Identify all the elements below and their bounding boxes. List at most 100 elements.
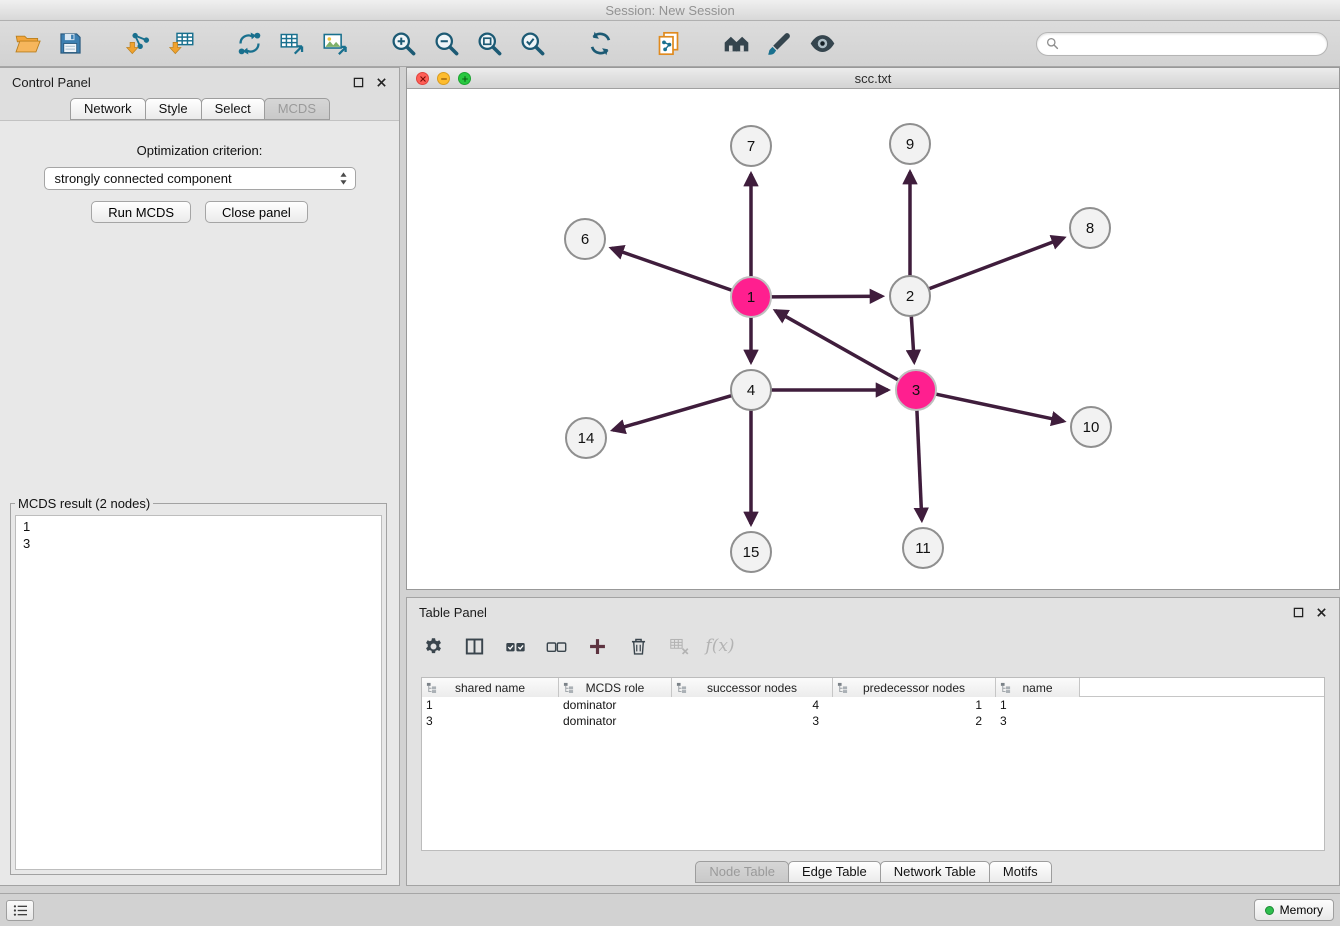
graph-node-9[interactable]: 9 <box>890 124 930 164</box>
show-columns-button[interactable] <box>462 634 486 658</box>
select-all-checkboxes-button[interactable] <box>503 634 527 658</box>
table-cell: dominator <box>559 698 672 712</box>
settings-gear-button[interactable] <box>421 634 445 658</box>
control-panel-title: Control Panel <box>12 75 91 90</box>
minimize-window-button[interactable] <box>437 72 450 85</box>
table-row[interactable]: 3dominator323 <box>422 713 1324 729</box>
table-panel: Table Panel f(x) shared nameMCDS rolesuc… <box>406 597 1340 886</box>
graph-edge-3-10[interactable] <box>936 394 1064 421</box>
tab-select[interactable]: Select <box>201 98 265 120</box>
svg-text:15: 15 <box>743 544 760 561</box>
panel-selector-button[interactable] <box>6 900 34 921</box>
close-panel-button[interactable]: Close panel <box>205 201 308 223</box>
node-table: shared nameMCDS rolesuccessor nodesprede… <box>421 677 1325 851</box>
add-column-icon <box>587 636 608 657</box>
graph-node-6[interactable]: 6 <box>565 219 605 259</box>
column-header-successor-nodes[interactable]: successor nodes <box>672 678 833 697</box>
import-network-button[interactable] <box>123 28 153 60</box>
search-icon <box>1046 37 1059 50</box>
tab-style[interactable]: Style <box>145 98 202 120</box>
graph-node-4[interactable]: 4 <box>731 370 771 410</box>
refresh-view-button[interactable] <box>585 28 615 60</box>
graph-edge-1-2[interactable] <box>771 296 882 297</box>
network-canvas[interactable]: 7 9 6 8 1 2 4 3 14 10 15 11 <box>407 89 1339 589</box>
close-table-panel-icon[interactable] <box>1316 607 1327 618</box>
import-table-button[interactable] <box>166 28 196 60</box>
table-panel-title: Table Panel <box>419 605 487 620</box>
style-brush-button[interactable] <box>764 28 794 60</box>
column-type-icon <box>426 682 437 693</box>
graph-node-15[interactable]: 15 <box>731 532 771 572</box>
tab-edge-table[interactable]: Edge Table <box>788 861 881 883</box>
graph-node-8[interactable]: 8 <box>1070 208 1110 248</box>
zoom-out-button[interactable] <box>431 28 461 60</box>
column-header-shared-name[interactable]: shared name <box>422 678 559 697</box>
search-field[interactable] <box>1036 32 1328 56</box>
graph-node-10[interactable]: 10 <box>1071 407 1111 447</box>
deselect-all-checkboxes-button[interactable] <box>544 634 568 658</box>
svg-text:9: 9 <box>906 136 914 153</box>
zoom-in-button[interactable] <box>388 28 418 60</box>
float-table-panel-icon[interactable] <box>1293 607 1304 618</box>
open-file-button[interactable] <box>12 28 42 60</box>
export-table-button[interactable] <box>277 28 307 60</box>
svg-text:2: 2 <box>906 288 914 305</box>
graph-edge-2-3[interactable] <box>911 316 914 362</box>
show-hide-eye-button[interactable] <box>807 28 837 60</box>
network-window-title: scc.txt <box>855 71 892 86</box>
zoom-window-button[interactable] <box>458 72 471 85</box>
toolbar-separator <box>209 43 221 44</box>
mcds-button-row: Run MCDS Close panel <box>0 201 399 223</box>
zoom-fit-button[interactable] <box>474 28 504 60</box>
graph-edge-3-1[interactable] <box>775 311 898 381</box>
export-image-button[interactable] <box>320 28 350 60</box>
graph-node-3[interactable]: 3 <box>896 370 936 410</box>
export-network-button[interactable] <box>234 28 264 60</box>
graph-node-11[interactable]: 11 <box>903 528 943 568</box>
table-cell: dominator <box>559 714 672 728</box>
graph-node-7[interactable]: 7 <box>731 126 771 166</box>
add-column-button[interactable] <box>585 634 609 658</box>
tab-network[interactable]: Network <box>70 98 146 120</box>
svg-text:6: 6 <box>581 231 589 248</box>
mcds-result-list[interactable]: 13 <box>15 515 382 870</box>
dropdown-arrows-icon <box>339 171 348 186</box>
dropdown-selected-value: strongly connected component <box>55 171 339 186</box>
open-file-icon <box>14 30 41 57</box>
column-header-name[interactable]: name <box>996 678 1080 697</box>
home-view-button[interactable] <box>721 28 751 60</box>
graph-edge-3-11[interactable] <box>917 410 922 520</box>
table-row[interactable]: 1dominator411 <box>422 697 1324 713</box>
graph-node-1[interactable]: 1 <box>731 277 771 317</box>
float-panel-icon[interactable] <box>353 77 364 88</box>
column-header-predecessor-nodes[interactable]: predecessor nodes <box>833 678 996 697</box>
tab-mcds[interactable]: MCDS <box>264 98 330 120</box>
save-session-button[interactable] <box>55 28 85 60</box>
graph-node-14[interactable]: 14 <box>566 418 606 458</box>
delete-column-button[interactable] <box>626 634 650 658</box>
graph-edge-2-8[interactable] <box>929 238 1064 289</box>
clone-network-document-button[interactable] <box>653 28 683 60</box>
close-icon <box>419 75 427 83</box>
zoom-fit-icon <box>476 30 503 57</box>
graph-edge-4-14[interactable] <box>613 396 732 431</box>
table-header-row: shared nameMCDS rolesuccessor nodesprede… <box>422 678 1324 697</box>
close-panel-icon[interactable] <box>376 77 387 88</box>
control-panel: Control Panel NetworkStyleSelectMCDS Opt… <box>0 67 400 886</box>
optimization-criterion-select[interactable]: strongly connected component <box>44 167 356 190</box>
tab-network-table[interactable]: Network Table <box>880 861 990 883</box>
memory-button[interactable]: Memory <box>1254 899 1334 921</box>
export-table-icon <box>279 30 306 57</box>
zoom-selected-button[interactable] <box>517 28 547 60</box>
zoom-out-icon <box>433 30 460 57</box>
run-mcds-button[interactable]: Run MCDS <box>91 201 191 223</box>
export-image-icon <box>322 30 349 57</box>
network-window-titlebar: scc.txt <box>407 68 1339 89</box>
tab-motifs[interactable]: Motifs <box>989 861 1052 883</box>
search-input[interactable] <box>1064 37 1318 51</box>
close-window-button[interactable] <box>416 72 429 85</box>
column-header-MCDS-role[interactable]: MCDS role <box>559 678 672 697</box>
graph-node-2[interactable]: 2 <box>890 276 930 316</box>
graph-edge-1-6[interactable] <box>611 248 732 290</box>
tab-node-table[interactable]: Node Table <box>695 861 789 883</box>
